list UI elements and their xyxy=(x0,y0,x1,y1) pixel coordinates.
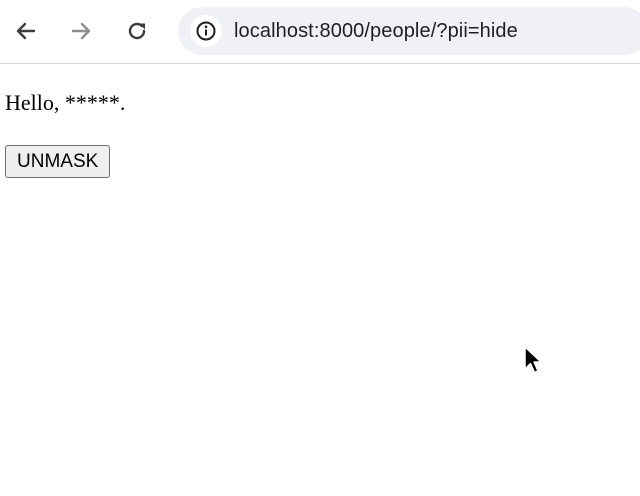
back-button[interactable] xyxy=(9,10,43,52)
url-text[interactable]: localhost:8000/people/?pii=hide xyxy=(234,20,518,43)
reload-icon xyxy=(128,22,146,40)
forward-button[interactable] xyxy=(64,10,98,52)
info-icon xyxy=(196,21,216,41)
page-content: Hello, *****. UNMASK xyxy=(0,65,640,496)
address-bar[interactable]: localhost:8000/people/?pii=hide xyxy=(178,7,640,55)
greeting-text: Hello, *****. xyxy=(5,90,126,115)
site-info-button[interactable] xyxy=(190,15,222,47)
arrow-left-icon xyxy=(16,22,36,40)
unmask-button[interactable]: UNMASK xyxy=(5,145,111,178)
arrow-right-icon xyxy=(71,22,91,40)
reload-button[interactable] xyxy=(120,10,154,52)
browser-toolbar: localhost:8000/people/?pii=hide xyxy=(0,0,640,64)
